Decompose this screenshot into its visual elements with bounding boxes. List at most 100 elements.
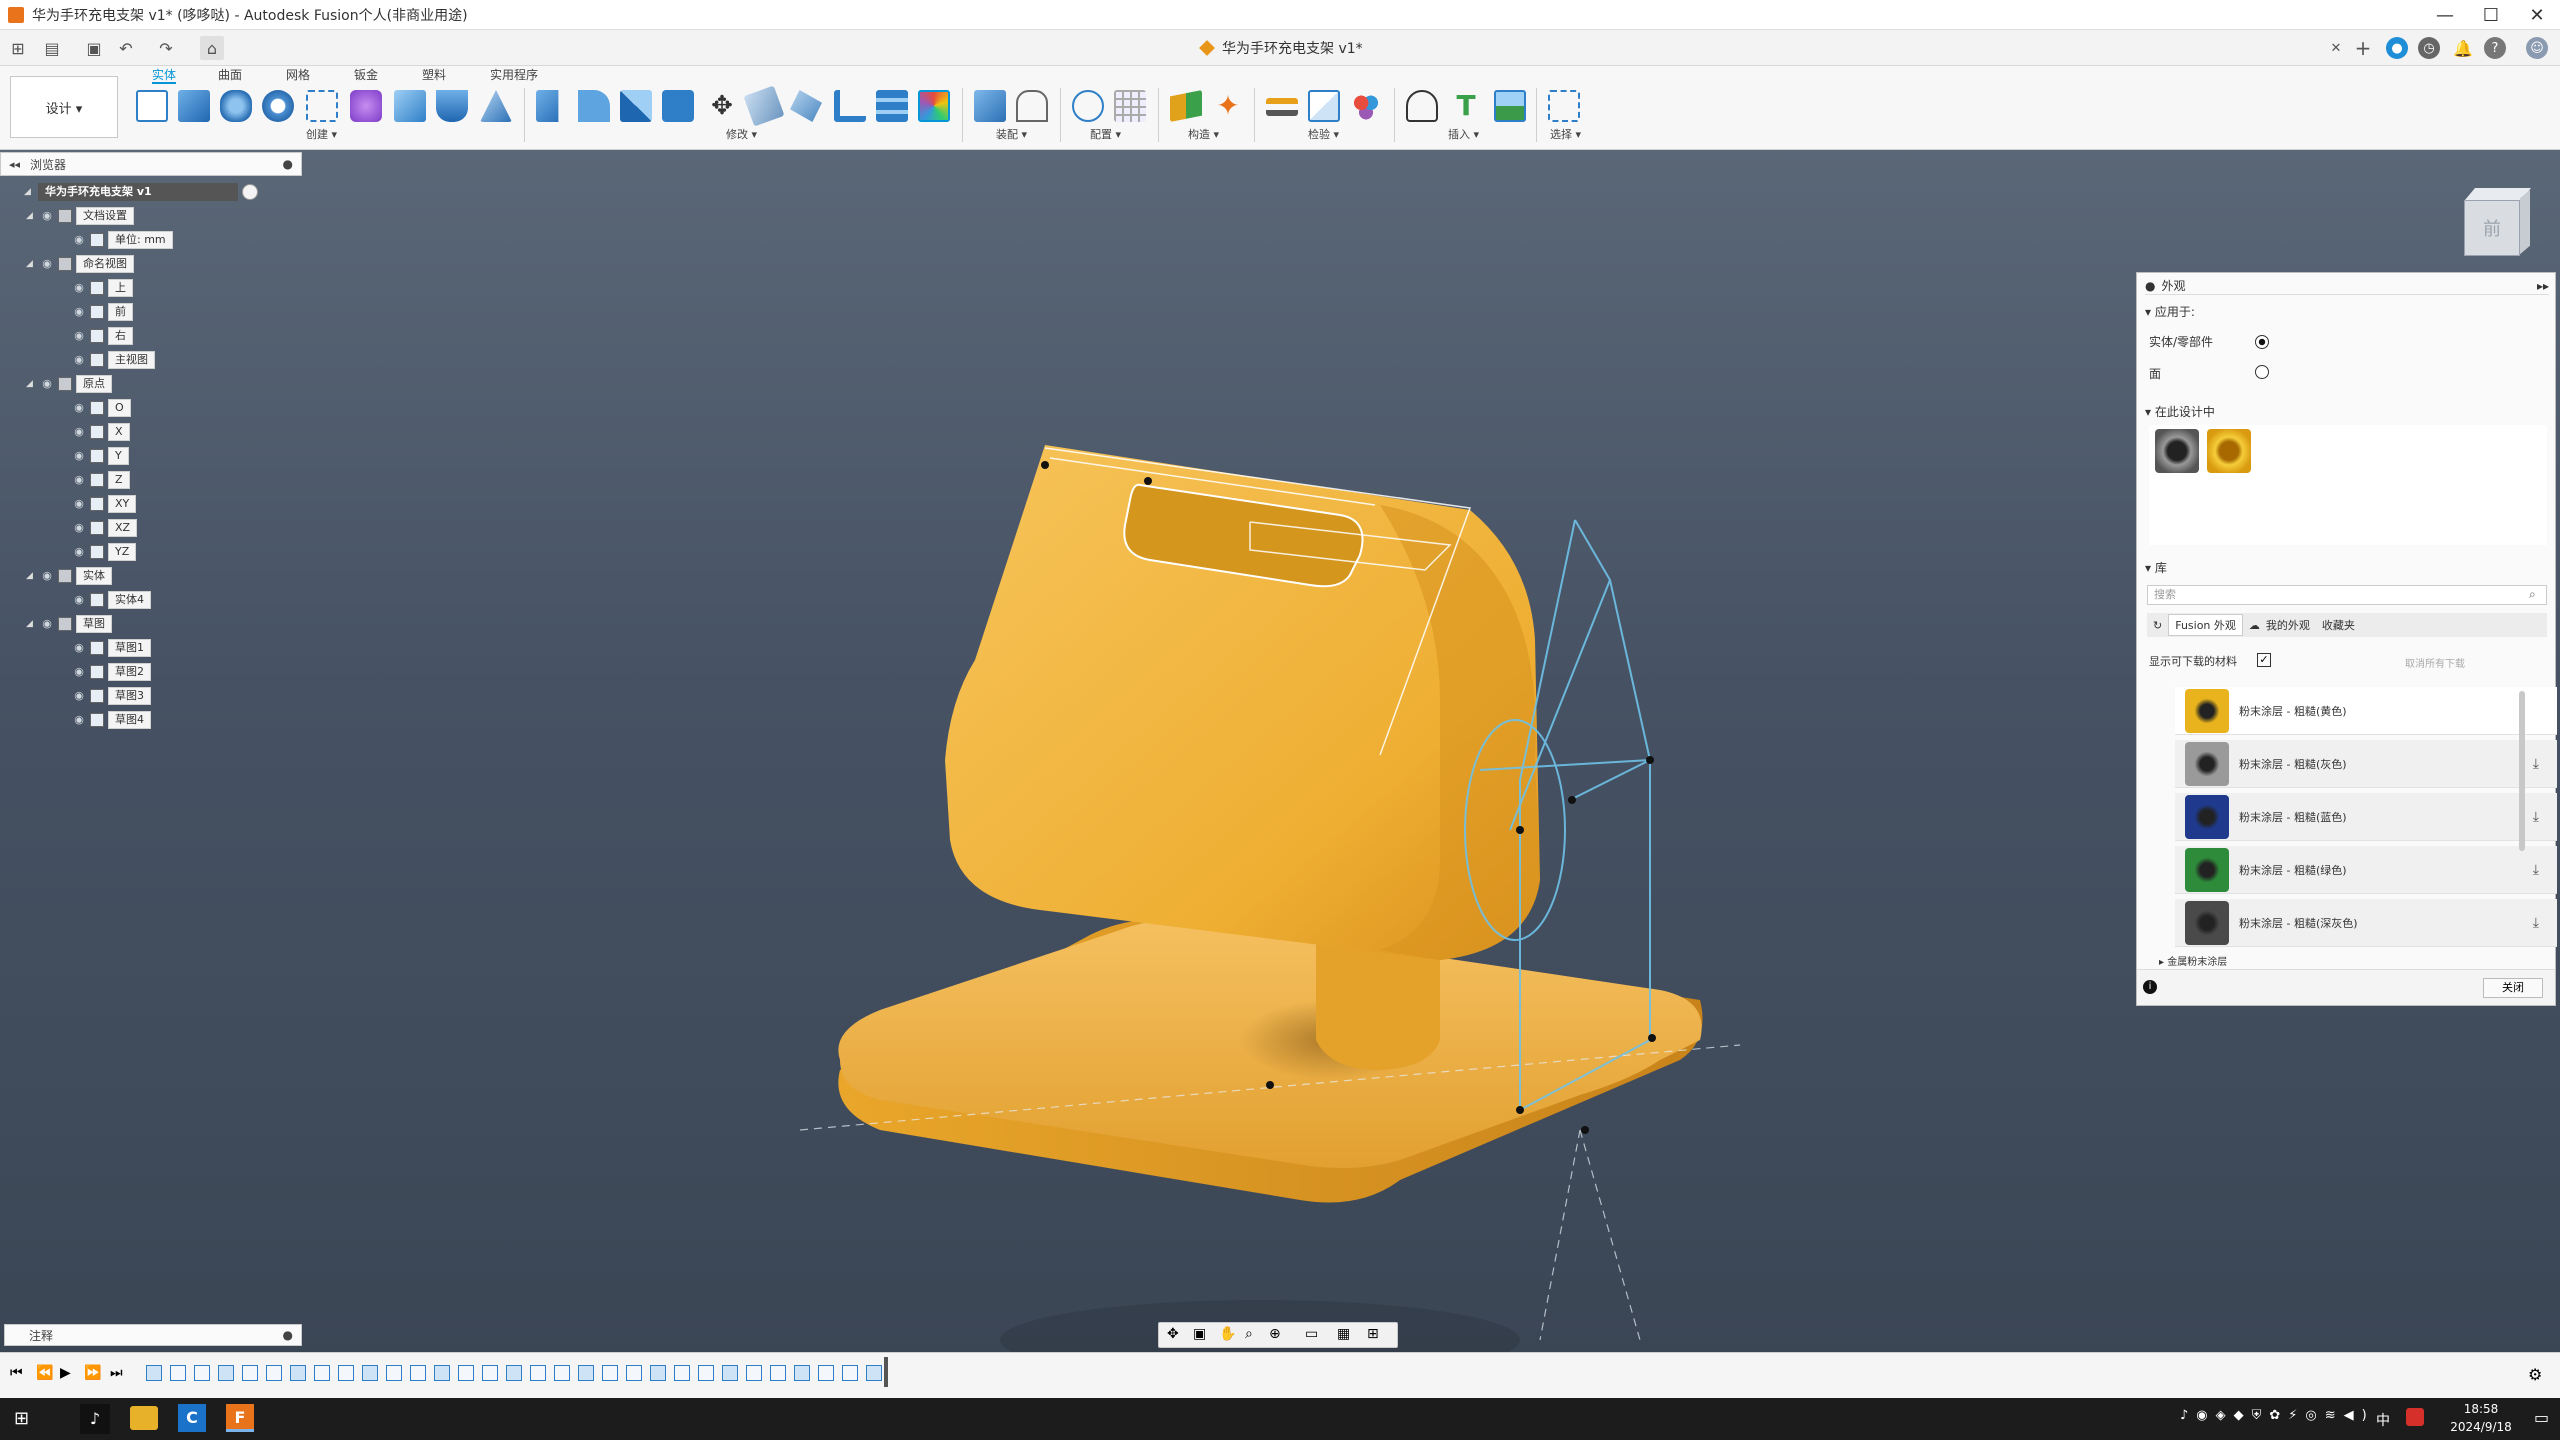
timeline-feature-icon[interactable] — [530, 1365, 546, 1381]
joint-icon[interactable] — [1016, 90, 1048, 122]
browser-item[interactable]: ◉ 单位: mm — [72, 230, 173, 250]
split-body-icon[interactable] — [790, 90, 822, 122]
pattern-icon[interactable] — [306, 90, 338, 122]
group-insert-label[interactable]: 插入 ▾ — [1448, 126, 1479, 142]
apply-body-radio[interactable] — [2255, 335, 2269, 349]
apply-body-option[interactable]: 实体/零部件 — [2149, 333, 2213, 350]
browser-item[interactable]: ◉ 前 — [72, 302, 133, 322]
timeline-feature-icon[interactable] — [434, 1365, 450, 1381]
timeline-feature-icon[interactable] — [554, 1365, 570, 1381]
zebra-analysis-icon[interactable] — [1350, 90, 1382, 122]
browser-item[interactable]: ◉ X — [72, 422, 130, 442]
cancel-all-downloads[interactable]: 取消所有下载 — [2405, 655, 2465, 670]
close-panel-button[interactable]: 关闭 — [2483, 978, 2543, 998]
chamfer-icon[interactable] — [480, 90, 512, 122]
in-design-swatch-yellow[interactable] — [2207, 429, 2251, 473]
zoom-icon[interactable]: ⌕ — [1245, 1326, 1253, 1342]
appearance-icon[interactable] — [918, 90, 950, 122]
display-settings-icon[interactable]: ▭ — [1305, 1326, 1318, 1342]
timeline-feature-icon[interactable] — [626, 1365, 642, 1381]
timeline-feature-icon[interactable] — [362, 1365, 378, 1381]
job-status-icon[interactable]: ◷ — [2418, 37, 2440, 59]
tab-fusion-appearance[interactable]: Fusion 外观 — [2168, 614, 2243, 636]
browser-item[interactable]: ◉ Y — [72, 446, 129, 466]
visibility-eye-icon[interactable]: ◉ — [72, 329, 86, 343]
visibility-eye-icon[interactable]: ◉ — [72, 449, 86, 463]
visibility-eye-icon[interactable]: ◉ — [72, 545, 86, 559]
pan-icon[interactable]: ✋ — [1219, 1326, 1236, 1342]
insert-mesh-icon[interactable]: T — [1450, 90, 1482, 122]
timeline-feature-icon[interactable] — [818, 1365, 834, 1381]
close-window-button[interactable]: ✕ — [2514, 0, 2560, 30]
visibility-eye-icon[interactable]: ◉ — [40, 209, 54, 223]
timeline-feature-icon[interactable] — [602, 1365, 618, 1381]
view-cube[interactable]: 前 — [2456, 178, 2536, 258]
tab-sheetmetal[interactable]: 钣金 — [354, 66, 378, 84]
visibility-eye-icon[interactable]: ◉ — [72, 497, 86, 511]
tab-my-appearance[interactable]: 我的外观 — [2266, 617, 2310, 633]
tab-favorites[interactable]: 收藏夹 — [2322, 617, 2355, 633]
download-icon[interactable]: ⤓ — [2533, 756, 2539, 772]
visibility-eye-icon[interactable]: ◉ — [72, 641, 86, 655]
browser-item[interactable]: ◉ 草图2 — [72, 662, 151, 682]
view-cube-right[interactable] — [2520, 189, 2530, 255]
interference-icon[interactable] — [1308, 90, 1340, 122]
download-icon[interactable]: ⤓ — [2533, 809, 2539, 825]
collapse-browser-icon[interactable]: ◂◂ — [9, 158, 20, 171]
browser-header[interactable]: ◂◂ 浏览器 ● — [0, 152, 302, 176]
browser-item[interactable]: ◉ Z — [72, 470, 130, 490]
timeline-feature-icon[interactable] — [866, 1365, 882, 1381]
in-design-header[interactable]: ▾ 在此设计中 — [2145, 403, 2215, 420]
download-icon[interactable]: ⤓ — [2533, 915, 2539, 931]
create-form-icon[interactable] — [350, 90, 382, 122]
timeline-feature-icon[interactable] — [770, 1365, 786, 1381]
close-tab-icon[interactable]: ✕ — [2324, 36, 2348, 60]
timeline-feature-icon[interactable] — [290, 1365, 306, 1381]
timeline-end-icon[interactable]: ⏭ — [110, 1365, 123, 1381]
tab-utilities[interactable]: 实用程序 — [490, 66, 538, 84]
group-assemble-label[interactable]: 装配 ▾ — [996, 126, 1027, 142]
timeline-start-icon[interactable]: ⏮ — [10, 1365, 23, 1381]
timeline-feature-icon[interactable] — [458, 1365, 474, 1381]
timeline-settings-icon[interactable]: ⚙ — [2528, 1365, 2542, 1384]
user-avatar[interactable]: ☺ — [2526, 37, 2548, 59]
save-icon[interactable]: ▣ — [82, 36, 106, 60]
timeline-feature-icon[interactable] — [170, 1365, 186, 1381]
expand-node-icon[interactable]: ◢ — [26, 569, 36, 583]
measure-icon[interactable] — [1266, 98, 1298, 116]
timeline-feature-icon[interactable] — [578, 1365, 594, 1381]
group-construct-label[interactable]: 构造 ▾ — [1188, 126, 1219, 142]
library-header[interactable]: ▾ 库 — [2145, 559, 2167, 576]
workspace-switcher[interactable]: 设计 ▾ — [10, 76, 118, 138]
extensions-icon[interactable]: ● — [2386, 37, 2408, 59]
move-icon[interactable]: ✥ — [706, 90, 738, 122]
combine-icon[interactable] — [662, 90, 694, 122]
browser-item[interactable]: ◢ ◉ 命名视图 — [26, 254, 134, 274]
undo-icon[interactable]: ↶ — [114, 36, 138, 60]
sogou-ime-icon[interactable] — [2406, 1408, 2424, 1426]
in-design-swatch-steel[interactable] — [2155, 429, 2199, 473]
browser-item[interactable]: ◉ 主视图 — [72, 350, 155, 370]
viewports-icon[interactable]: ⊞ — [1367, 1326, 1379, 1342]
fillet-edge-icon[interactable] — [578, 90, 610, 122]
browser-item[interactable]: ◉ O — [72, 398, 131, 418]
group-modify-label[interactable]: 修改 ▾ — [726, 126, 757, 142]
fillet-icon[interactable] — [436, 90, 468, 122]
expand-root-icon[interactable]: ◢ — [24, 185, 34, 199]
browser-item[interactable]: ◉ 草图4 — [72, 710, 151, 730]
expand-node-icon[interactable]: ◢ — [26, 257, 36, 271]
new-component-icon[interactable] — [974, 90, 1006, 122]
comments-bar[interactable]: 注释 ● — [4, 1324, 302, 1346]
show-downloadable-checkbox[interactable]: ✓ — [2257, 653, 2271, 667]
expand-node-icon[interactable]: ◢ — [26, 617, 36, 631]
fit-icon[interactable]: ⊕ — [1269, 1326, 1281, 1342]
timeline-feature-icon[interactable] — [314, 1365, 330, 1381]
timeline-feature-icon[interactable] — [266, 1365, 282, 1381]
visibility-eye-icon[interactable]: ◉ — [72, 521, 86, 535]
file-explorer-icon[interactable] — [130, 1406, 158, 1430]
timeline-feature-icon[interactable] — [194, 1365, 210, 1381]
activate-radio-icon[interactable] — [242, 184, 258, 200]
timeline-feature-icon[interactable] — [218, 1365, 234, 1381]
apply-face-option[interactable]: 面 — [2149, 365, 2161, 382]
timeline-feature-icon[interactable] — [146, 1365, 162, 1381]
